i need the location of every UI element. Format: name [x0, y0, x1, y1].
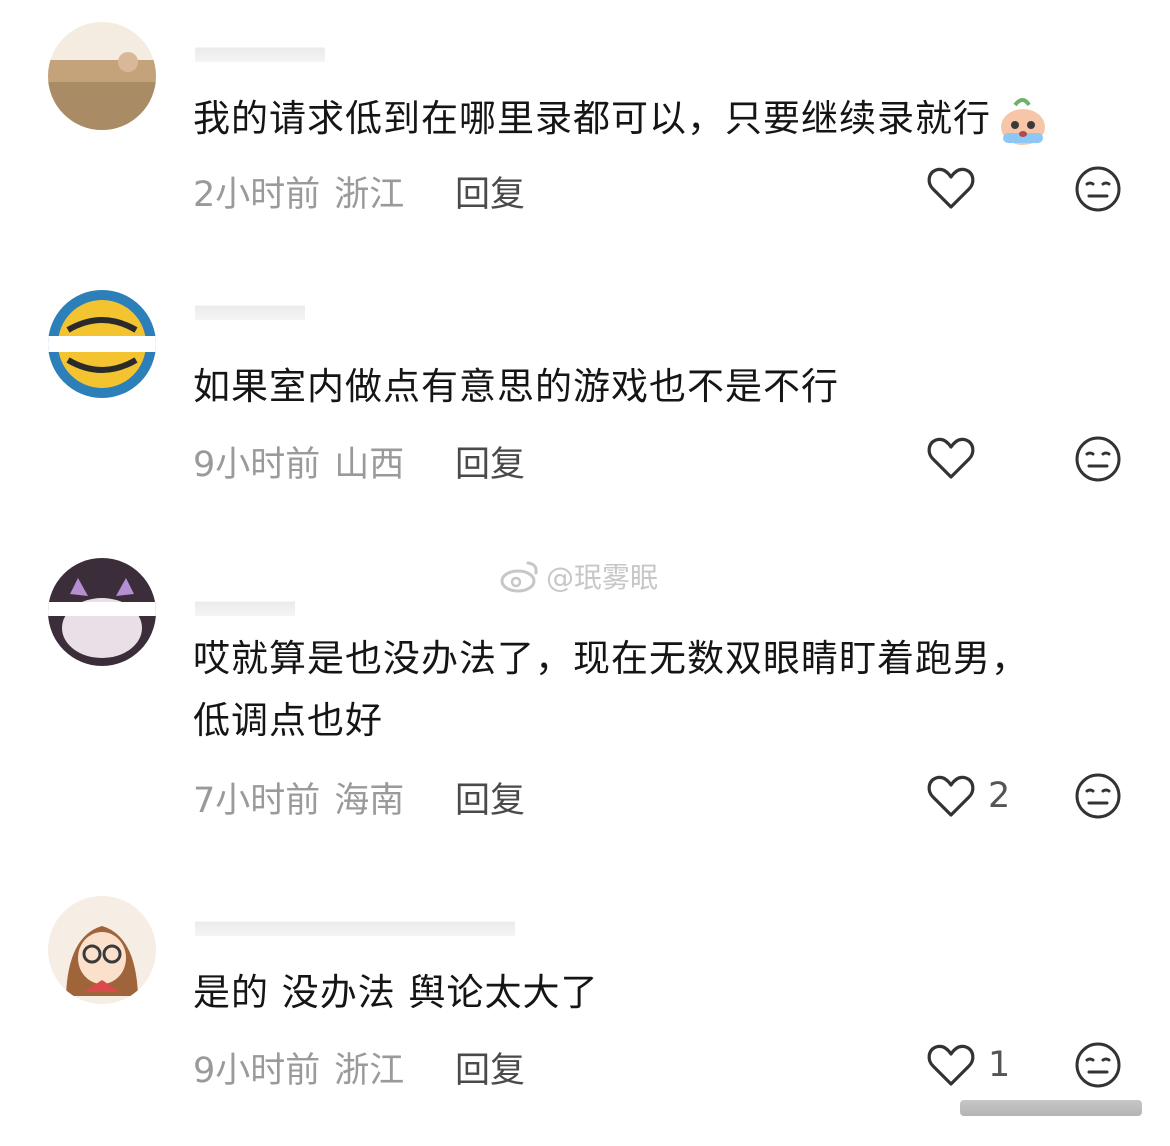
comment-meta: 2小时前 浙江 [193, 166, 404, 217]
reply-button[interactable]: 回复 [455, 166, 525, 217]
comment-time: 7小时前 [193, 781, 321, 821]
reply-button[interactable]: 回复 [455, 772, 525, 823]
comment-text-content: 我的请求低到在哪里录都可以，只要继续录就行 [193, 97, 991, 140]
comment-text: 我的请求低到在哪里录都可以，只要继续录就行 [193, 88, 1051, 150]
comment-location: 浙江 [334, 175, 405, 215]
heart-outline-icon [927, 437, 975, 479]
avatar[interactable] [48, 22, 156, 130]
avatar-image [48, 22, 156, 130]
like-button[interactable]: 2 [926, 771, 1010, 821]
reply-button[interactable]: 回复 [455, 436, 525, 487]
neutral-face-icon [1075, 773, 1121, 819]
like-count: 1 [988, 1045, 1011, 1085]
avatar-image [48, 896, 156, 1004]
watermark-text: @珉雾眠 [546, 561, 659, 594]
like-count: 2 [988, 776, 1011, 816]
comment-text: 哎就算是也没办法了，现在无数双眼睛盯着跑男， [193, 637, 1029, 680]
comment-text: 是的 没办法 舆论太大了 [193, 971, 599, 1014]
weibo-logo-icon [500, 561, 538, 593]
crying-emoji-icon [1001, 97, 1045, 145]
username[interactable] [195, 296, 305, 320]
username[interactable] [195, 592, 295, 616]
home-indicator [960, 1100, 1142, 1116]
comment-time: 9小时前 [193, 445, 321, 485]
like-button[interactable] [926, 163, 988, 213]
comment-location: 海南 [334, 781, 405, 821]
like-button[interactable] [926, 433, 988, 483]
username[interactable] [195, 38, 325, 62]
avatar-image [48, 558, 156, 666]
dislike-button[interactable] [1073, 771, 1123, 821]
heart-outline-icon [927, 167, 975, 209]
neutral-face-icon [1075, 166, 1121, 212]
neutral-face-icon [1075, 1042, 1121, 1088]
comment-meta: 7小时前 海南 [193, 772, 404, 823]
neutral-face-icon [1075, 436, 1121, 482]
username[interactable] [195, 912, 515, 936]
weibo-watermark: @珉雾眠 [500, 556, 658, 596]
dislike-button[interactable] [1073, 164, 1123, 214]
avatar[interactable] [48, 896, 156, 1004]
comment-location: 浙江 [334, 1051, 405, 1091]
reply-button[interactable]: 回复 [455, 1042, 525, 1093]
avatar-image [48, 290, 156, 398]
dislike-button[interactable] [1073, 1040, 1123, 1090]
comment-meta: 9小时前 山西 [193, 436, 404, 487]
dislike-button[interactable] [1073, 434, 1123, 484]
comment-meta: 9小时前 浙江 [193, 1042, 404, 1093]
comment-text: 如果室内做点有意思的游戏也不是不行 [193, 365, 839, 408]
avatar[interactable] [48, 290, 156, 398]
comment-time: 2小时前 [193, 175, 321, 215]
avatar[interactable] [48, 558, 156, 666]
heart-outline-icon [927, 775, 975, 817]
like-button[interactable]: 1 [926, 1040, 1010, 1090]
comment-time: 9小时前 [193, 1051, 321, 1091]
comment-location: 山西 [334, 445, 405, 485]
heart-outline-icon [927, 1044, 975, 1086]
comment-text: 低调点也好 [193, 699, 383, 742]
